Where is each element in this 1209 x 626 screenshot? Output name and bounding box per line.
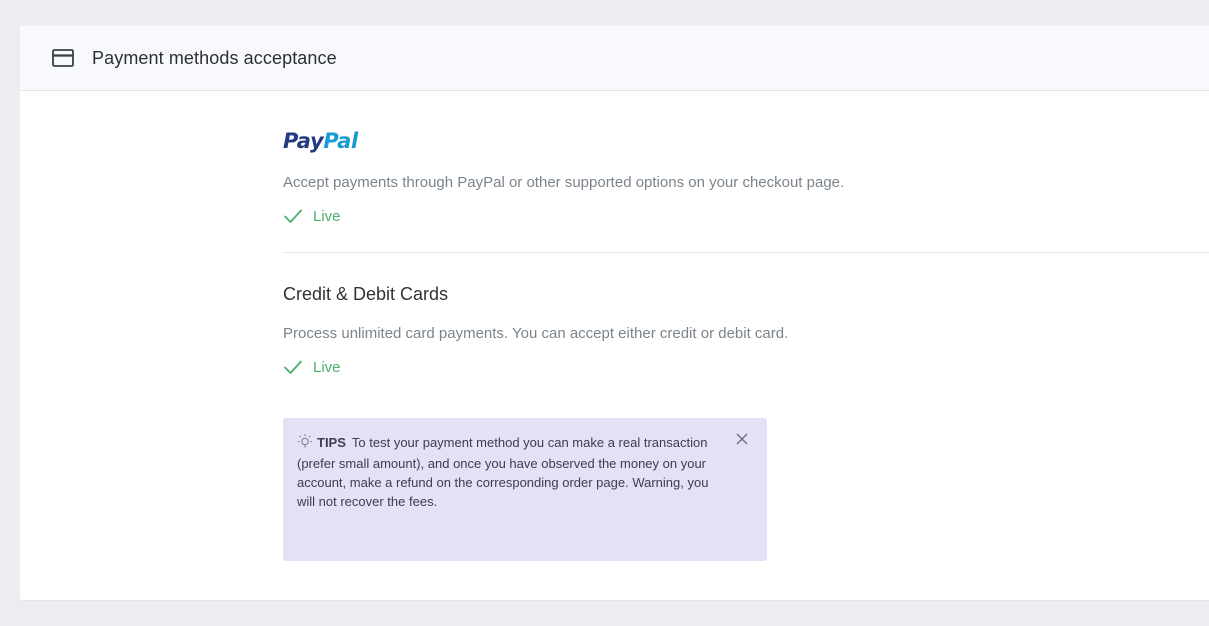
paypal-logo-pay: Pay: [283, 129, 324, 153]
close-icon[interactable]: [735, 432, 749, 446]
paypal-description: Accept payments through PayPal or other …: [283, 174, 845, 191]
card-title: Payment methods acceptance: [92, 47, 337, 68]
cards-section: Credit & Debit Cards Process unlimited c…: [283, 253, 1209, 377]
cards-title: Credit & Debit Cards: [283, 284, 449, 304]
paypal-logo-pal: Pal: [323, 129, 358, 153]
payment-methods-list: PayPal Accept payments through PayPal or…: [283, 90, 1209, 377]
tips-box: TIPS To test your payment method you can …: [283, 418, 767, 561]
paypal-status: Live: [283, 206, 1209, 226]
checkmark-icon: [284, 209, 302, 223]
cards-status: Live: [283, 357, 1209, 377]
card-header: Payment methods acceptance: [20, 26, 1209, 91]
tips-text: To test your payment method you can make…: [297, 435, 709, 509]
credit-card-icon: [52, 49, 74, 67]
lightbulb-icon: [297, 433, 313, 454]
cards-status-label: Live: [313, 358, 341, 376]
payment-methods-card: Payment methods acceptance PayPal Accept…: [20, 26, 1209, 601]
paypal-logo: PayPal: [283, 128, 1209, 154]
cards-description: Process unlimited card payments. You can…: [283, 325, 789, 342]
paypal-section: PayPal Accept payments through PayPal or…: [283, 90, 1209, 253]
tips-label: TIPS: [317, 435, 346, 450]
checkmark-icon: [284, 360, 302, 374]
paypal-status-label: Live: [313, 207, 341, 225]
